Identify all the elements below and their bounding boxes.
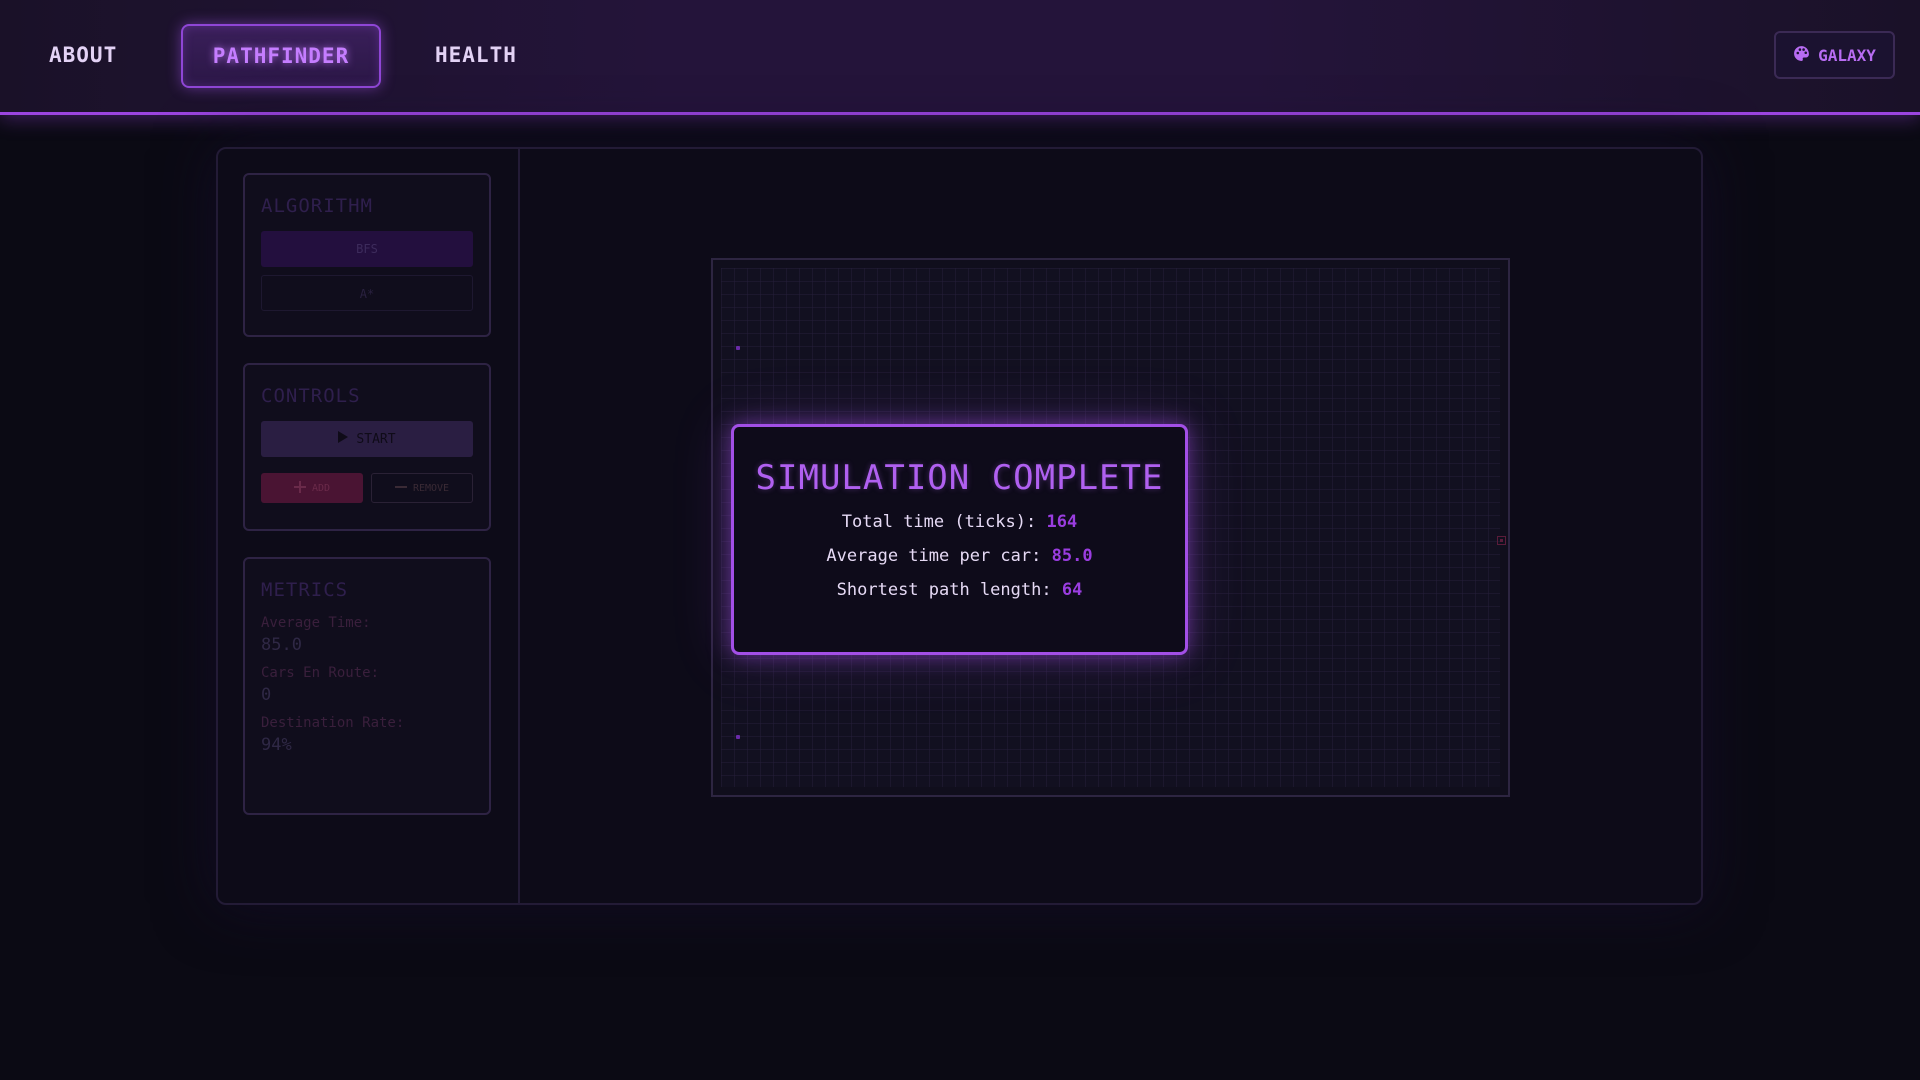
add-car-button[interactable]: ADD — [261, 473, 363, 503]
stat-shortest-path-value: 64 — [1061, 580, 1083, 600]
theme-button[interactable]: GALAXY — [1774, 31, 1895, 79]
nav-about[interactable]: ABOUT — [49, 24, 117, 86]
destination-marker-icon — [1497, 536, 1506, 545]
car-marker — [736, 346, 740, 350]
metrics-title: METRICS — [261, 579, 349, 601]
remove-car-button[interactable]: REMOVE — [371, 473, 473, 503]
remove-label: REMOVE — [412, 482, 450, 494]
modal-title: SIMULATION COMPLETE — [755, 458, 1164, 498]
start-label: START — [356, 431, 396, 447]
algorithm-bfs-button[interactable]: BFS — [261, 231, 473, 267]
stat-shortest-path-label: Shortest path length: — [836, 580, 1052, 600]
stat-average-time: Average time per car: 85.0 — [734, 546, 1185, 566]
play-icon — [338, 431, 349, 447]
controls-title: CONTROLS — [261, 385, 361, 407]
minus-icon — [394, 481, 407, 496]
nav-pathfinder[interactable]: PATHFINDER — [181, 24, 381, 88]
stat-average-time-label: Average time per car: — [826, 546, 1042, 566]
palette-icon — [1793, 45, 1810, 66]
stat-shortest-path: Shortest path length: 64 — [734, 580, 1185, 600]
algorithm-title: ALGORITHM — [261, 195, 373, 217]
stat-total-time-value: 164 — [1046, 512, 1078, 532]
algorithm-astar-button[interactable]: A* — [261, 275, 473, 311]
stat-total-time: Total time (ticks): 164 — [734, 512, 1185, 532]
algorithm-panel: ALGORITHM BFS A* — [243, 173, 491, 337]
controls-panel: CONTROLS START ADD REMOVE — [243, 363, 491, 531]
car-marker — [736, 735, 740, 739]
sidebar: ALGORITHM BFS A* CONTROLS START ADD REMO… — [218, 149, 520, 903]
metric-cars-en-route-label: Cars En Route: — [261, 665, 380, 681]
add-remove-row: ADD REMOVE — [261, 473, 473, 503]
simulation-complete-modal: SIMULATION COMPLETE Total time (ticks): … — [731, 424, 1188, 655]
stat-average-time-value: 85.0 — [1051, 546, 1093, 566]
metric-destination-rate-value: 94% — [261, 735, 292, 755]
metric-average-time-value: 85.0 — [261, 635, 302, 655]
metric-destination-rate-label: Destination Rate: — [261, 715, 405, 731]
nav-health[interactable]: HEALTH — [435, 24, 517, 86]
theme-label: GALAXY — [1818, 45, 1876, 65]
add-label: ADD — [311, 482, 331, 494]
plus-icon — [293, 480, 306, 496]
top-navigation: ABOUT PATHFINDER HEALTH GALAXY — [0, 0, 1920, 115]
metrics-panel: METRICS Average Time: 85.0 Cars En Route… — [243, 557, 491, 815]
metric-cars-en-route-value: 0 — [261, 685, 272, 705]
stat-total-time-label: Total time (ticks): — [841, 512, 1037, 532]
metric-average-time-label: Average Time: — [261, 615, 371, 631]
start-button[interactable]: START — [261, 421, 473, 457]
